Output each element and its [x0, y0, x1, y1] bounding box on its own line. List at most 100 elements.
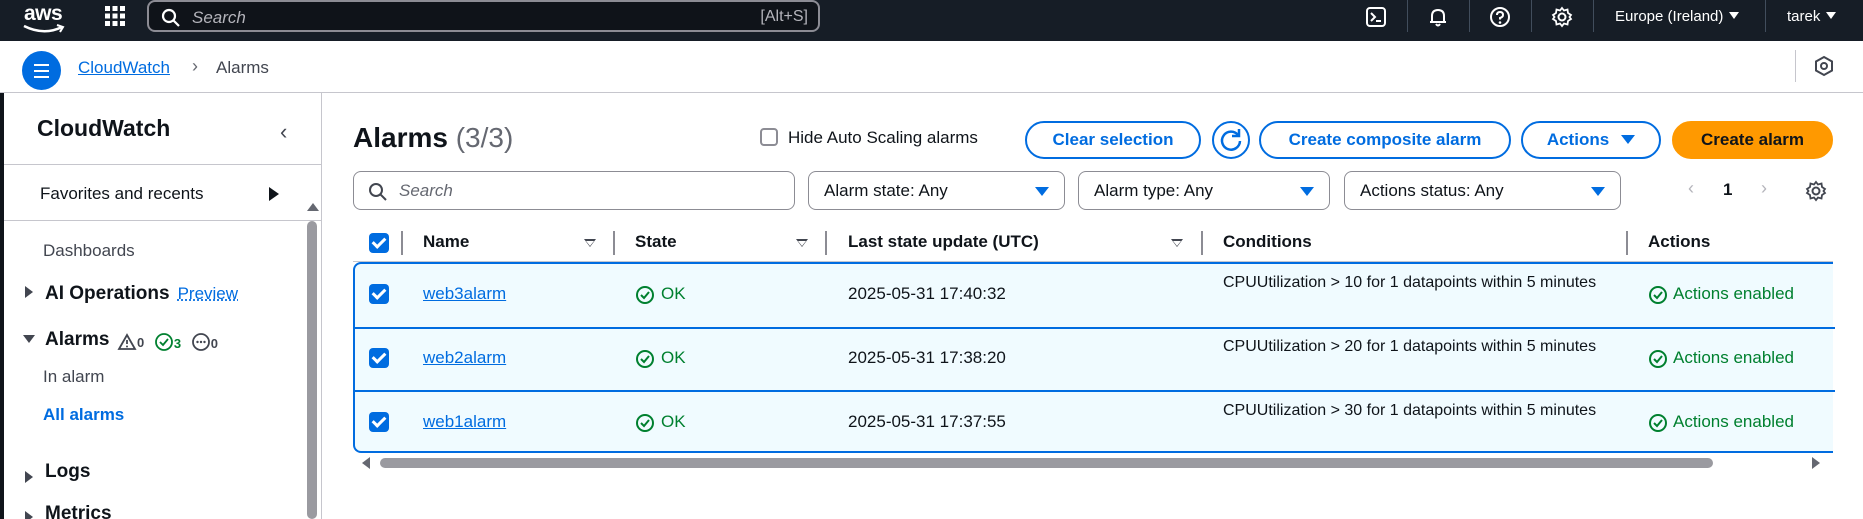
gear-icon[interactable] [1551, 6, 1573, 28]
check-circle-icon [155, 332, 173, 351]
column-header-state[interactable]: State [635, 232, 677, 252]
ellipsis-circle-icon [191, 332, 210, 351]
top-navigation: aws Search [Alt+S] Europe (Ireland) tare… [0, 0, 1863, 41]
alarm-name-link[interactable]: web1alarm [423, 412, 506, 432]
aws-logo[interactable]: aws [22, 2, 68, 36]
sort-icon[interactable] [584, 239, 596, 247]
divider [4, 164, 321, 165]
create-alarm-button[interactable]: Create alarm [1672, 121, 1833, 159]
create-composite-alarm-button[interactable]: Create composite alarm [1259, 121, 1511, 159]
sort-icon[interactable] [1171, 239, 1183, 247]
global-search-input[interactable]: Search [Alt+S] [147, 0, 820, 32]
sidebar-item-in-alarm[interactable]: In alarm [43, 367, 104, 387]
alarm-state-select[interactable]: Alarm state: Any [808, 171, 1065, 210]
table-row[interactable]: web2alarm OK 2025-05-31 17:38:20 CPUUtil… [355, 327, 1835, 390]
column-header-conditions: Conditions [1223, 232, 1312, 251]
table-row[interactable]: web3alarm OK 2025-05-31 17:40:32 CPUUtil… [355, 264, 1835, 327]
column-header-name[interactable]: Name [423, 232, 469, 252]
nav-divider [1469, 0, 1470, 32]
actions-status-select[interactable]: Actions status: Any [1344, 171, 1621, 210]
clear-selection-button[interactable]: Clear selection [1025, 121, 1201, 159]
hamburger-menu-button[interactable] [22, 51, 61, 90]
alarm-type-select[interactable]: Alarm type: Any [1078, 171, 1330, 210]
breadcrumb-cloudwatch[interactable]: CloudWatch [78, 58, 170, 78]
page-number[interactable]: 1 [1723, 180, 1732, 200]
favorites-and-recents[interactable]: Favorites and recents [40, 184, 203, 204]
column-divider [401, 231, 403, 255]
grid-icon[interactable] [104, 5, 126, 27]
select-all-checkbox[interactable] [369, 233, 389, 253]
hexagon-settings-icon[interactable] [1814, 55, 1834, 77]
user-menu[interactable]: tarek [1787, 8, 1837, 25]
region-selector[interactable]: Europe (Ireland) [1615, 8, 1740, 25]
breadcrumb-bar: CloudWatch › Alarms [0, 41, 1863, 93]
row-checkbox[interactable] [369, 348, 389, 368]
search-icon [369, 183, 387, 201]
divider [4, 220, 321, 221]
sidebar-item-all-alarms[interactable]: All alarms [43, 405, 124, 425]
chevron-down-icon [1729, 12, 1740, 19]
actions-status: Actions enabled [1673, 284, 1794, 303]
caret-right-icon[interactable] [25, 471, 33, 483]
condition-text: CPUUtilization > 20 for 1 datapoints wit… [1223, 338, 1597, 355]
row-checkbox[interactable] [369, 412, 389, 432]
alarms-table-body: web3alarm OK 2025-05-31 17:40:32 CPUUtil… [353, 262, 1835, 453]
refresh-icon [1220, 129, 1242, 151]
alarm-search-input[interactable]: Search [353, 171, 795, 210]
cloudshell-icon[interactable] [1365, 6, 1387, 28]
scroll-right-arrow[interactable] [1812, 457, 1820, 469]
state-ok: OK [661, 348, 686, 367]
condition-text: CPUUtilization > 10 for 1 datapoints wit… [1223, 274, 1597, 291]
page-title: Alarms (3/3) [353, 122, 514, 153]
sidebar-scrollbar[interactable] [307, 221, 317, 519]
column-divider[interactable] [1201, 231, 1203, 255]
next-page-icon[interactable]: › [1761, 178, 1767, 199]
sidebar-item-metrics[interactable]: Metrics [45, 503, 112, 519]
insufficient-data-count: 0 [191, 332, 218, 352]
column-header-last-update[interactable]: Last state update (UTC) [848, 232, 1039, 252]
gear-icon[interactable] [1805, 180, 1827, 202]
previous-page-icon[interactable]: ‹ [1688, 178, 1694, 199]
scroll-up-arrow[interactable] [307, 203, 319, 211]
check-circle-icon [636, 414, 654, 432]
checkbox[interactable] [760, 128, 778, 146]
hide-autoscaling-checkbox[interactable]: Hide Auto Scaling alarms [760, 128, 978, 148]
caret-right-icon[interactable] [25, 286, 33, 298]
bell-icon[interactable] [1427, 6, 1449, 28]
sidebar-item-ai-operations[interactable]: AI Operations Preview [45, 283, 238, 305]
refresh-button[interactable] [1212, 121, 1250, 159]
table-row[interactable]: web1alarm OK 2025-05-31 17:37:55 CPUUtil… [355, 390, 1835, 453]
last-update: 2025-05-31 17:38:20 [848, 348, 1006, 367]
row-checkbox[interactable] [369, 284, 389, 304]
sidebar-item-dashboards[interactable]: Dashboards [43, 241, 135, 261]
sidebar-item-logs[interactable]: Logs [45, 461, 90, 483]
column-divider[interactable] [825, 231, 827, 255]
smile-arrow [23, 24, 65, 33]
search-placeholder: Search [399, 181, 453, 200]
sidebar-title: CloudWatch [37, 115, 171, 141]
search-placeholder: Search [192, 8, 246, 27]
caret-right-icon[interactable] [269, 187, 279, 201]
alarm-count: (3/3) [455, 122, 514, 153]
preview-link[interactable]: Preview [178, 284, 238, 303]
scroll-left-arrow[interactable] [362, 457, 370, 469]
caret-down-icon [1621, 135, 1636, 144]
sort-icon[interactable] [796, 239, 808, 247]
collapse-sidebar-icon[interactable]: ‹ [280, 119, 287, 145]
chevron-right-icon: › [192, 56, 198, 76]
caret-right-icon[interactable] [25, 511, 33, 519]
actions-dropdown-button[interactable]: Actions [1521, 121, 1661, 159]
horizontal-scrollbar[interactable] [380, 458, 1713, 468]
nav-divider [1407, 0, 1408, 32]
help-icon[interactable] [1489, 6, 1511, 28]
divider [1795, 50, 1796, 82]
caret-down-icon[interactable] [23, 335, 35, 343]
alarm-name-link[interactable]: web2alarm [423, 348, 506, 368]
alarm-name-link[interactable]: web3alarm [423, 284, 506, 304]
chevron-down-icon [1826, 12, 1837, 19]
state-ok: OK [661, 412, 686, 431]
check-circle-icon [1649, 414, 1667, 432]
column-divider[interactable] [1626, 231, 1628, 255]
sidebar-item-alarms[interactable]: Alarms 0 3 0 [45, 329, 224, 352]
column-divider[interactable] [613, 231, 615, 255]
